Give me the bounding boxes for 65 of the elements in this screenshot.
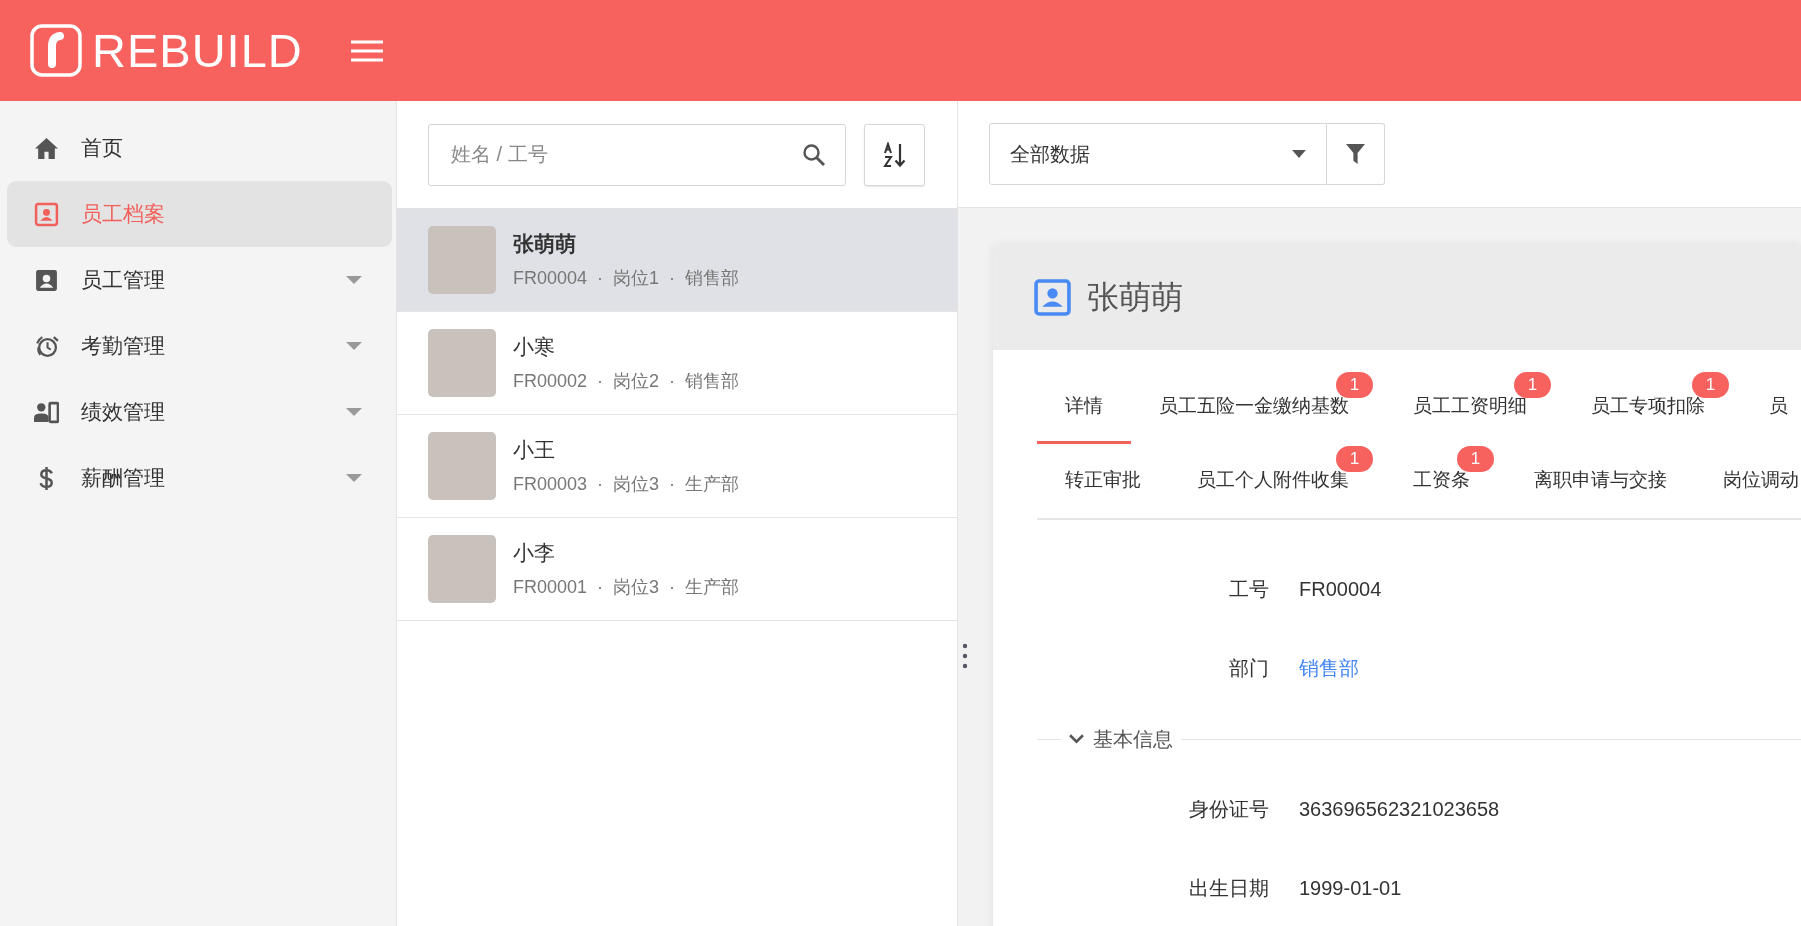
tab[interactable]: 工资条 1 (1385, 444, 1506, 518)
nav-item[interactable]: 员工管理 (7, 247, 392, 313)
filter-button[interactable] (1327, 123, 1385, 185)
tab[interactable]: 员工专项扣除 1 (1563, 370, 1741, 444)
menu-icon[interactable] (350, 38, 383, 63)
contact-card-icon (1034, 279, 1071, 316)
search-icon[interactable] (802, 142, 826, 167)
tab[interactable]: 详情 (1037, 370, 1131, 444)
field-label: 身份证号 (1188, 797, 1269, 822)
count-badge: 1 (1514, 372, 1551, 398)
department-link[interactable]: 销售部 (1299, 655, 1359, 682)
field-label: 工号 (1228, 577, 1269, 602)
employee-name: 小李 (513, 540, 556, 566)
tab[interactable]: 员工五险一金缴纳基数 1 (1131, 370, 1385, 444)
tab[interactable]: 岗位调动 (1695, 444, 1801, 518)
sort-icon (882, 141, 907, 168)
nav-item[interactable]: 考勤管理 (7, 313, 392, 379)
employee-list-item[interactable]: 小王 FR00003 · 岗位3 · 生产部 (397, 415, 957, 518)
tab[interactable]: 员工工资明细 1 (1385, 370, 1563, 444)
employee-list-item[interactable]: 张萌萌 FR00004 · 岗位1 · 销售部 (397, 209, 957, 312)
field-value: 1999-01-01 (1299, 877, 1402, 900)
field-label: 出生日期 (1188, 876, 1269, 901)
count-badge: 1 (1336, 446, 1373, 472)
contact-card-icon (34, 201, 59, 227)
data-filter-dropdown[interactable]: 全部数据 (989, 123, 1327, 185)
person-chart-icon (34, 399, 59, 425)
tab[interactable]: 转正审批 (1037, 444, 1169, 518)
count-badge: 1 (1692, 372, 1729, 398)
field-label: 部门 (1228, 656, 1269, 681)
chevron-icon (1069, 734, 1084, 744)
tab[interactable]: 员工个人附件收集 1 (1169, 444, 1385, 518)
employee-meta: FR00003 · 岗位3 · 生产部 (513, 473, 740, 496)
employee-meta: FR00002 · 岗位2 · 销售部 (513, 370, 740, 393)
sort-button[interactable] (864, 123, 925, 186)
tab[interactable]: 员 (1741, 370, 1801, 444)
funnel-icon (1346, 143, 1365, 165)
field-value: FR00004 (1299, 578, 1382, 601)
nav-item[interactable]: 薪酬管理 (7, 445, 392, 511)
avatar-placeholder (428, 329, 496, 397)
employee-name: 小王 (513, 437, 556, 463)
logo-icon (30, 24, 82, 77)
nav-item[interactable]: 首页 (7, 115, 392, 181)
employee-name: 小寒 (513, 334, 556, 360)
drag-handle-icon[interactable] (962, 643, 968, 669)
caret-icon (1292, 150, 1306, 158)
nav-item[interactable]: 绩效管理 (7, 379, 392, 445)
employee-list-item[interactable]: 小寒 FR00002 · 岗位2 · 销售部 (397, 312, 957, 415)
avatar-placeholder (428, 432, 496, 500)
home-icon (34, 135, 59, 161)
section-toggle[interactable]: 基本信息 (1061, 725, 1181, 753)
alarm-clock-icon (34, 333, 59, 359)
avatar-placeholder (428, 226, 496, 294)
search-field[interactable]: 姓名 / 工号 (428, 123, 846, 186)
employee-list-item[interactable]: 小李 FR00001 · 岗位3 · 生产部 (397, 518, 957, 621)
record-title: 张萌萌 (1087, 277, 1183, 317)
count-badge: 1 (1336, 372, 1373, 398)
logo-text: REBUILD (92, 23, 303, 78)
count-badge: 1 (1457, 446, 1494, 472)
avatar-placeholder (428, 535, 496, 603)
field-value: 363696562321023658 (1299, 798, 1500, 821)
person-card-icon (34, 267, 59, 293)
employee-meta: FR00004 · 岗位1 · 销售部 (513, 267, 740, 290)
employee-name: 张萌萌 (513, 231, 577, 257)
employee-meta: FR00001 · 岗位3 · 生产部 (513, 576, 740, 599)
tab[interactable]: 离职申请与交接 (1506, 444, 1695, 518)
